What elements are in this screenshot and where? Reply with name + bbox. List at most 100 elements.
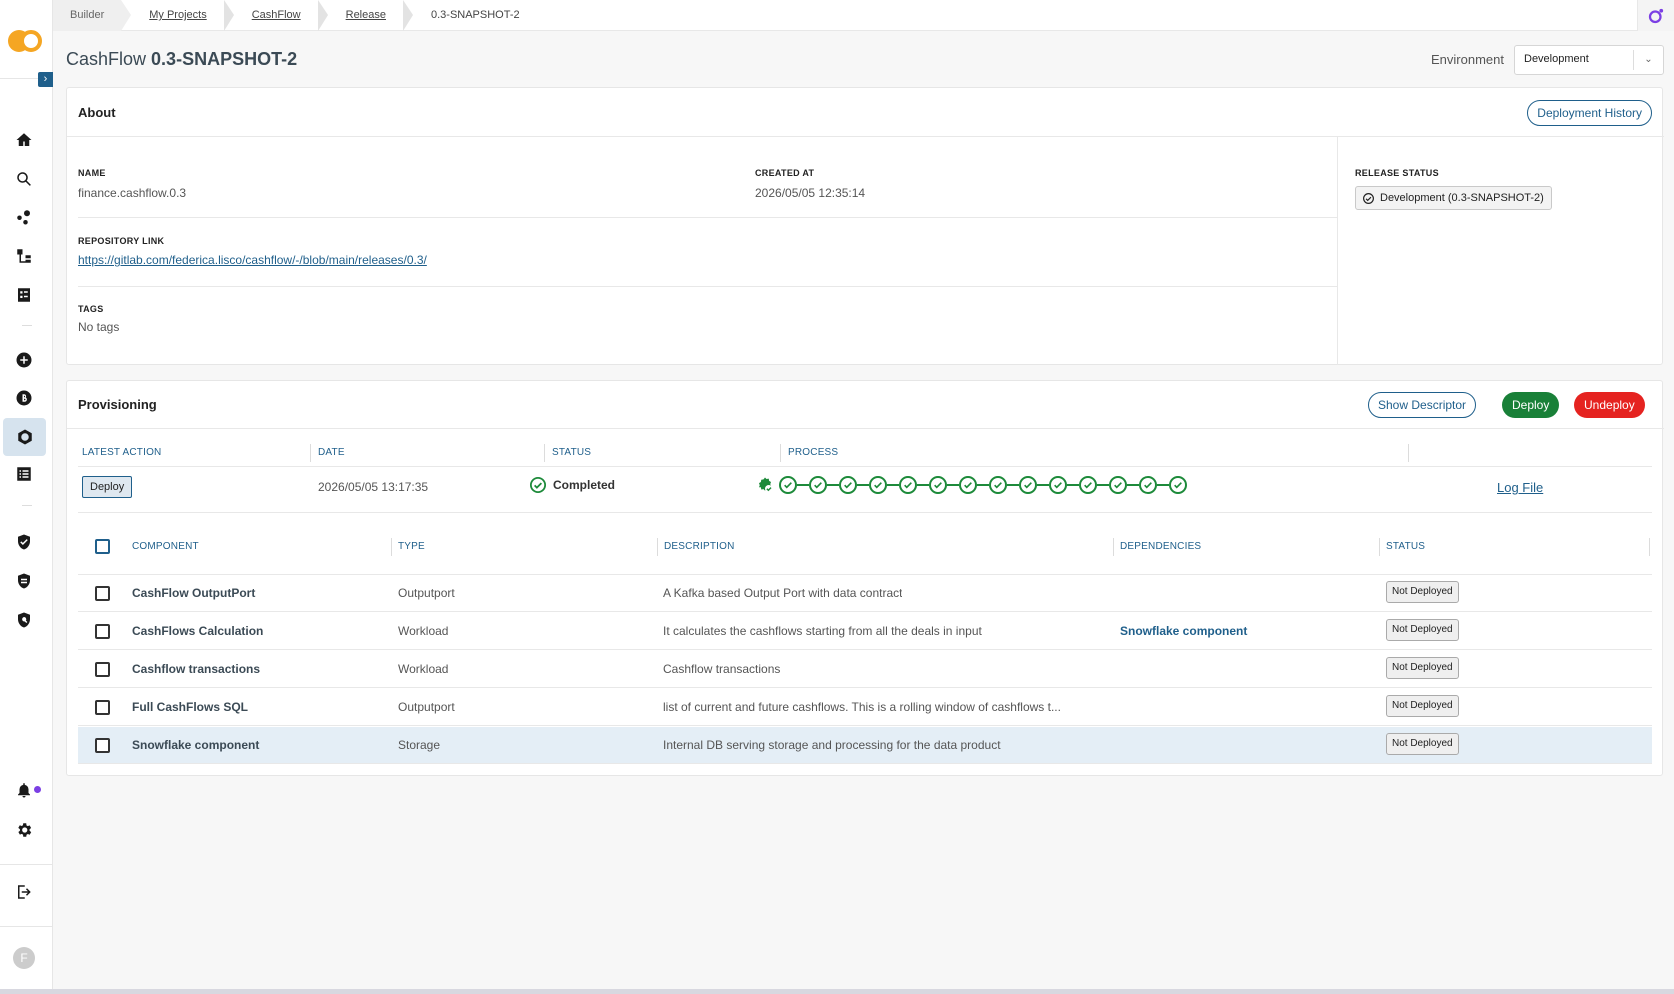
check-circle-icon	[529, 476, 547, 494]
about-title: About	[78, 105, 116, 120]
process-step-check-icon[interactable]	[1079, 476, 1097, 494]
logout-icon[interactable]	[12, 880, 36, 904]
process-connector	[947, 484, 959, 486]
component-type: Workload	[398, 662, 449, 676]
create-icon[interactable]	[12, 348, 36, 372]
process-step-check-icon[interactable]	[989, 476, 1007, 494]
process-step-check-icon[interactable]	[1049, 476, 1067, 494]
environment-select[interactable]: Development ⌄	[1514, 45, 1664, 75]
col-status: STATUS	[1386, 541, 1426, 552]
row-checkbox[interactable]	[95, 662, 110, 677]
process-step-check-icon[interactable]	[1169, 476, 1187, 494]
shield-check-icon[interactable]	[12, 530, 36, 554]
component-description: A Kafka based Output Port with data cont…	[663, 586, 903, 600]
app-logo[interactable]	[8, 28, 42, 54]
table-row[interactable]: CashFlow OutputPort Outputport A Kafka b…	[78, 575, 1652, 612]
component-status-badge: Not Deployed	[1386, 581, 1459, 603]
home-icon[interactable]	[12, 128, 36, 152]
breadcrumb-release[interactable]: Release	[346, 9, 386, 21]
breadcrumb: Builder My Projects CashFlow Release 0.3…	[53, 0, 537, 31]
component-description: Internal DB serving storage and processi…	[663, 738, 1001, 752]
row-checkbox[interactable]	[95, 586, 110, 601]
table-row[interactable]: Full CashFlows SQL Outputport list of cu…	[78, 689, 1652, 726]
breadcrumb-cashflow[interactable]: CashFlow	[252, 9, 301, 21]
tags-label: TAGS	[78, 304, 104, 314]
user-avatar[interactable]: F	[13, 947, 35, 969]
component-name[interactable]: CashFlows Calculation	[132, 624, 263, 638]
col-status: STATUS	[552, 447, 592, 458]
assistant-icon	[1648, 8, 1664, 23]
deployment-history-button[interactable]: Deployment History	[1527, 100, 1652, 126]
breadcrumb-my-projects[interactable]: My Projects	[149, 9, 206, 21]
shield-search-icon[interactable]	[12, 608, 36, 632]
component-status-badge: Not Deployed	[1386, 733, 1459, 755]
select-all-checkbox[interactable]	[95, 539, 110, 554]
process-step-check-icon[interactable]	[899, 476, 917, 494]
component-name[interactable]: Cashflow transactions	[132, 662, 260, 676]
row-checkbox[interactable]	[95, 738, 110, 753]
component-status-badge: Not Deployed	[1386, 619, 1459, 641]
process-step-check-icon[interactable]	[869, 476, 887, 494]
log-file-link[interactable]: Log File	[1497, 480, 1543, 495]
component-dependency[interactable]: Snowflake component	[1120, 624, 1247, 638]
row-checkbox[interactable]	[95, 700, 110, 715]
table-row[interactable]: Cashflow transactions Workload Cashflow …	[78, 651, 1652, 688]
process-connector	[1097, 484, 1109, 486]
release-icon[interactable]	[3, 418, 46, 456]
process-step-check-icon[interactable]	[779, 476, 797, 494]
name-value: finance.cashflow.0.3	[78, 186, 187, 200]
process-step-check-icon[interactable]	[1139, 476, 1157, 494]
name-label: NAME	[78, 168, 106, 178]
col-component: COMPONENT	[132, 541, 199, 552]
process-connector	[1127, 484, 1139, 486]
component-status-badge: Not Deployed	[1386, 695, 1459, 717]
process-step-check-icon[interactable]	[809, 476, 827, 494]
process-connector	[797, 484, 809, 486]
settings-icon[interactable]	[12, 818, 36, 842]
component-type: Storage	[398, 738, 441, 752]
process-connector	[1157, 484, 1169, 486]
builder-icon[interactable]	[12, 386, 36, 410]
release-status-chip: Development (0.3-SNAPSHOT-2)	[1355, 186, 1552, 210]
breadcrumb-builder[interactable]: Builder	[53, 0, 122, 31]
component-name[interactable]: CashFlow OutputPort	[132, 586, 255, 600]
col-latest-action: LATEST ACTION	[82, 447, 162, 458]
bottom-scrollbar[interactable]	[0, 989, 1674, 994]
provisioning-card: Provisioning Show Descriptor Deploy Unde…	[66, 380, 1664, 776]
table-row[interactable]: Snowflake component Storage Internal DB …	[78, 727, 1652, 764]
process-step-check-icon[interactable]	[1019, 476, 1037, 494]
list-icon[interactable]	[12, 462, 36, 486]
process-connector	[1007, 484, 1019, 486]
hierarchy-icon[interactable]	[12, 244, 36, 268]
undeploy-button[interactable]: Undeploy	[1574, 392, 1645, 418]
table-row[interactable]: CashFlows Calculation Workload It calcul…	[78, 613, 1652, 650]
status-completed: Completed	[529, 476, 615, 494]
row-checkbox[interactable]	[95, 624, 110, 639]
process-connector	[887, 484, 899, 486]
search-icon[interactable]	[12, 167, 36, 191]
col-description: DESCRIPTION	[664, 541, 735, 552]
notification-dot	[34, 786, 41, 793]
component-name[interactable]: Snowflake component	[132, 738, 259, 752]
page-title: CashFlow 0.3-SNAPSHOT-2	[66, 49, 298, 69]
created-at-label: CREATED AT	[755, 168, 815, 178]
sidebar-toggle-button[interactable]: ›	[38, 72, 53, 87]
process-step-check-icon[interactable]	[1109, 476, 1127, 494]
process-steps	[755, 475, 1187, 495]
marketplace-icon[interactable]	[12, 205, 36, 229]
assistant-button[interactable]	[1637, 0, 1674, 31]
process-connector	[1037, 484, 1049, 486]
notifications-icon[interactable]	[12, 778, 36, 802]
deploy-button[interactable]: Deploy	[1502, 392, 1560, 418]
process-step-check-icon[interactable]	[839, 476, 857, 494]
latest-action-date: 2026/05/05 13:17:35	[318, 480, 429, 494]
repository-link[interactable]: https://gitlab.com/federica.lisco/cashfl…	[78, 253, 427, 267]
component-name[interactable]: Full CashFlows SQL	[132, 700, 248, 714]
shield-list-icon[interactable]	[12, 569, 36, 593]
breadcrumb-bar: Builder My Projects CashFlow Release 0.3…	[53, 0, 1674, 31]
process-step-check-icon[interactable]	[929, 476, 947, 494]
catalog-icon[interactable]	[12, 283, 36, 307]
repository-link-label: REPOSITORY LINK	[78, 236, 165, 246]
process-step-check-icon[interactable]	[959, 476, 977, 494]
show-descriptor-button[interactable]: Show Descriptor	[1368, 392, 1477, 418]
